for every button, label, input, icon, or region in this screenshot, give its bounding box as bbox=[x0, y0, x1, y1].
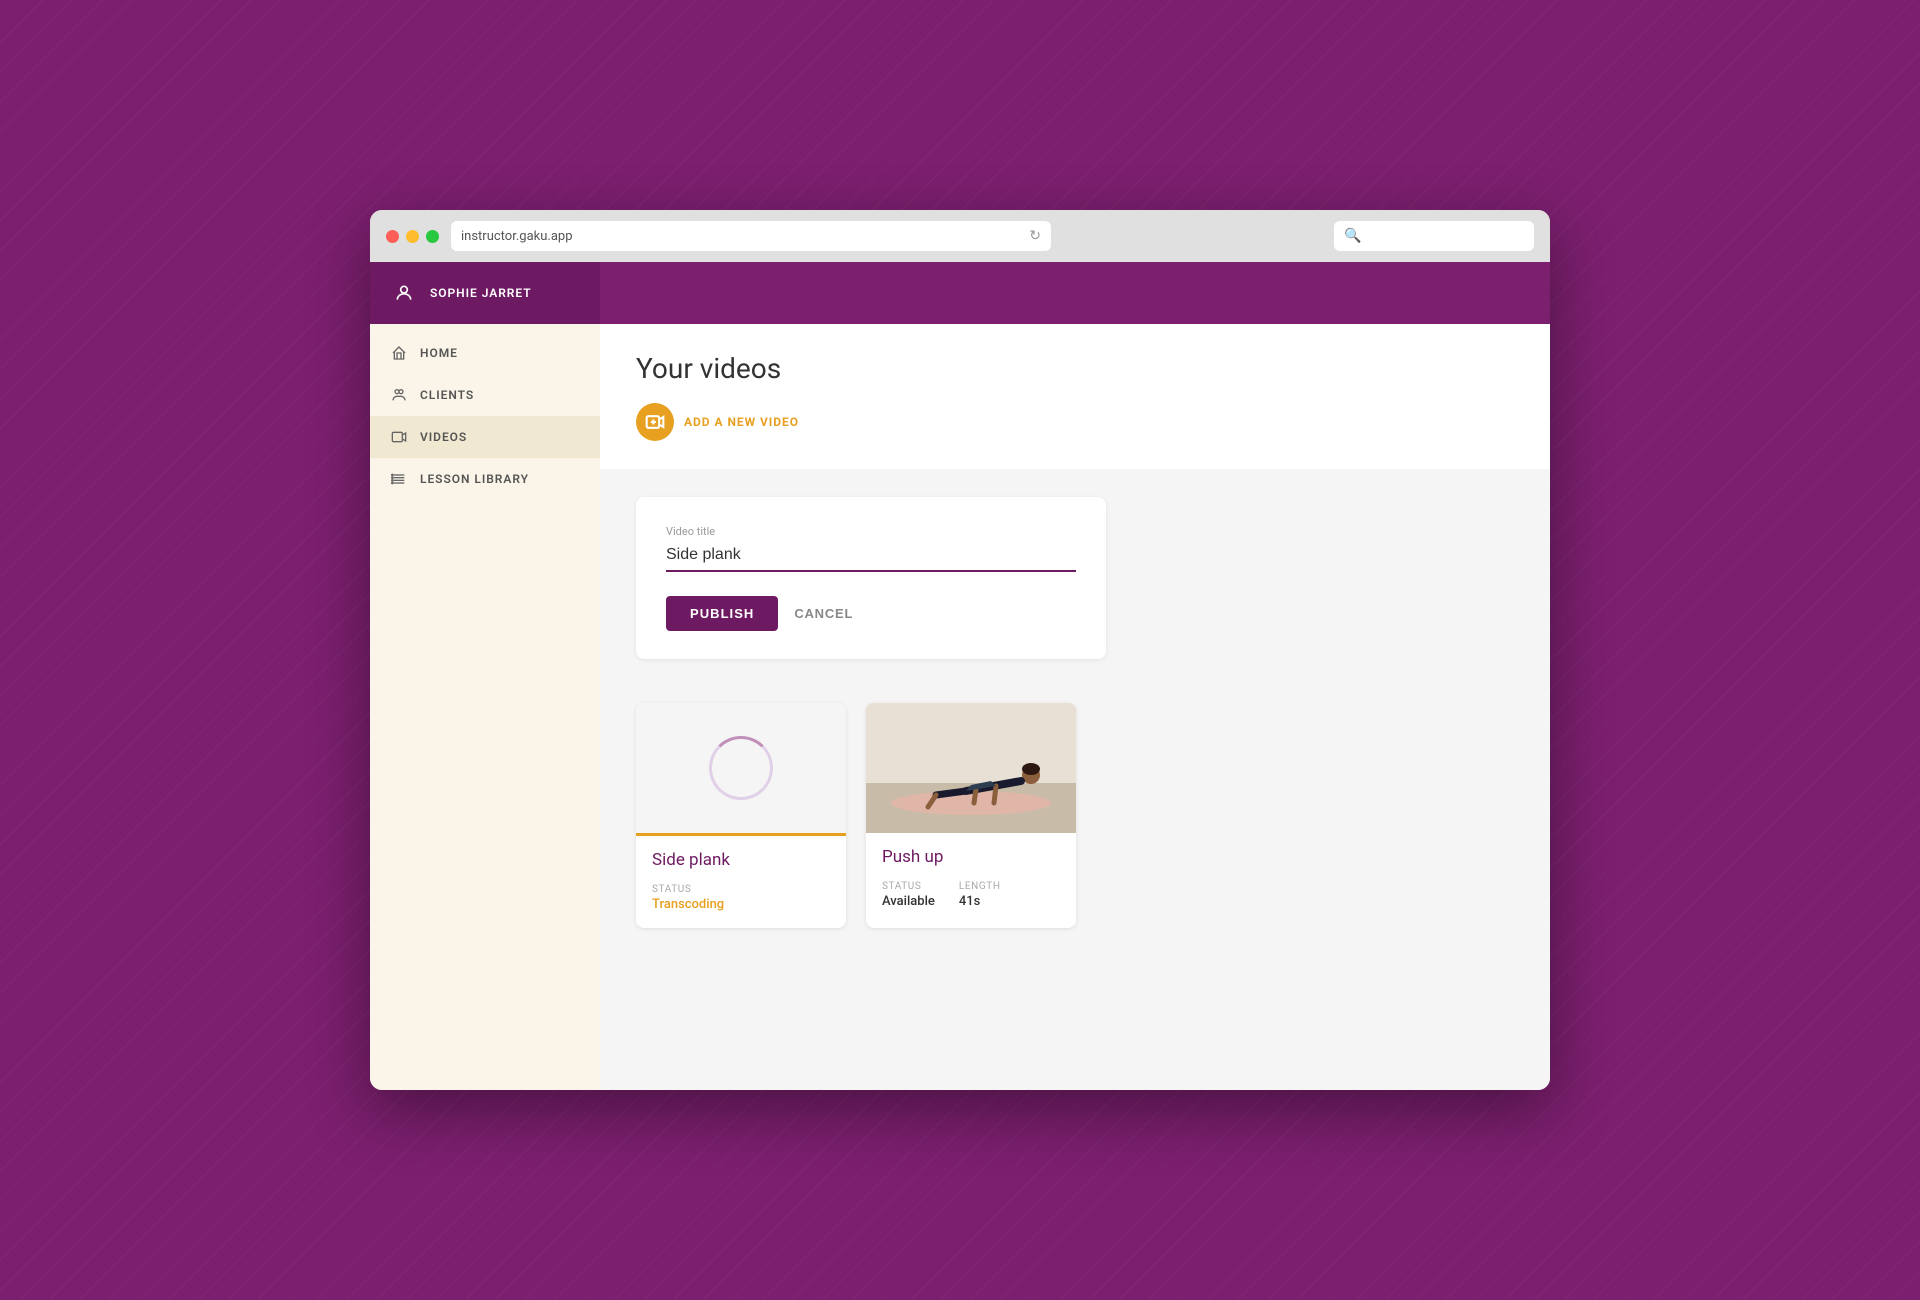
video-card-side-plank[interactable]: Side plank STATUS Transcoding bbox=[636, 703, 846, 928]
sidebar-item-lesson-library-label: LESSON LIBRARY bbox=[420, 472, 529, 486]
add-video-icon bbox=[636, 403, 674, 441]
main-header bbox=[600, 262, 1550, 324]
home-icon bbox=[390, 344, 408, 362]
add-video-button[interactable]: ADD A NEW VIDEO bbox=[636, 403, 1514, 441]
sidebar-header: SOPHIE JARRET bbox=[370, 262, 600, 324]
sidebar-item-home-label: HOME bbox=[420, 346, 458, 360]
sidebar-item-lesson-library[interactable]: LESSON LIBRARY bbox=[370, 458, 600, 500]
side-plank-thumbnail bbox=[636, 703, 846, 833]
add-video-label: ADD A NEW VIDEO bbox=[684, 415, 799, 429]
browser-window: instructor.gaku.app ↻ 🔍 SOPHIE JARRET bbox=[370, 210, 1550, 1090]
form-card: Video title PUBLISH CANCEL bbox=[636, 497, 1106, 659]
close-button[interactable] bbox=[386, 230, 399, 243]
publish-button[interactable]: PUBLISH bbox=[666, 596, 778, 631]
form-actions: PUBLISH CANCEL bbox=[666, 596, 1076, 631]
sidebar-item-videos[interactable]: VIDEOS bbox=[370, 416, 600, 458]
push-up-card-body: Push up STATUS Available LENGTH 41s bbox=[866, 833, 1076, 925]
push-up-length-value: 41s bbox=[959, 894, 1001, 909]
sidebar-item-videos-label: VIDEOS bbox=[420, 430, 467, 444]
push-up-status-label: STATUS bbox=[882, 881, 935, 892]
videos-icon bbox=[390, 428, 408, 446]
status-value: Transcoding bbox=[652, 897, 724, 912]
push-up-status-value: Available bbox=[882, 894, 935, 909]
video-grid-section: Side plank STATUS Transcoding bbox=[600, 687, 1550, 964]
page-title: Your videos bbox=[636, 352, 1514, 385]
cancel-button[interactable]: CANCEL bbox=[794, 606, 853, 621]
side-plank-card-body: Side plank STATUS Transcoding bbox=[636, 836, 846, 928]
videos-header: Your videos ADD A NEW VIDEO bbox=[600, 324, 1550, 469]
browser-search[interactable]: 🔍 bbox=[1334, 221, 1534, 251]
content-area: Your videos ADD A NEW VIDEO bbox=[600, 324, 1550, 1090]
browser-chrome: instructor.gaku.app ↻ 🔍 bbox=[370, 210, 1550, 262]
side-plank-meta: STATUS Transcoding bbox=[652, 884, 830, 912]
push-up-length-group: LENGTH 41s bbox=[959, 881, 1001, 909]
list-icon bbox=[390, 470, 408, 488]
sidebar-nav: HOME CLIENTS bbox=[370, 324, 600, 508]
push-up-status-group: STATUS Available bbox=[882, 881, 935, 909]
reload-icon[interactable]: ↻ bbox=[1029, 228, 1041, 244]
url-bar[interactable]: instructor.gaku.app ↻ bbox=[451, 221, 1051, 251]
search-icon: 🔍 bbox=[1344, 228, 1361, 244]
sidebar: SOPHIE JARRET HOME bbox=[370, 262, 600, 1090]
push-up-meta: STATUS Available LENGTH 41s bbox=[882, 881, 1060, 909]
maximize-button[interactable] bbox=[426, 230, 439, 243]
video-title-label: Video title bbox=[666, 525, 1076, 538]
video-card-push-up[interactable]: Push up STATUS Available LENGTH 41s bbox=[866, 703, 1076, 928]
url-text: instructor.gaku.app bbox=[461, 229, 1021, 244]
main-content: Your videos ADD A NEW VIDEO bbox=[600, 262, 1550, 1090]
side-plank-title: Side plank bbox=[652, 850, 830, 870]
push-up-thumbnail bbox=[866, 703, 1076, 833]
sidebar-username: SOPHIE JARRET bbox=[430, 286, 532, 300]
loading-circle bbox=[709, 736, 773, 800]
user-icon bbox=[390, 279, 418, 307]
minimize-button[interactable] bbox=[406, 230, 419, 243]
push-up-title: Push up bbox=[882, 847, 1060, 867]
traffic-lights bbox=[386, 230, 439, 243]
status-group: STATUS Transcoding bbox=[652, 884, 724, 912]
clients-icon bbox=[390, 386, 408, 404]
app-layout: SOPHIE JARRET HOME bbox=[370, 262, 1550, 1090]
sidebar-item-clients[interactable]: CLIENTS bbox=[370, 374, 600, 416]
status-label: STATUS bbox=[652, 884, 724, 895]
form-section: Video title PUBLISH CANCEL bbox=[600, 469, 1550, 687]
video-title-input[interactable] bbox=[666, 542, 1076, 572]
push-up-length-label: LENGTH bbox=[959, 881, 1001, 892]
sidebar-item-home[interactable]: HOME bbox=[370, 332, 600, 374]
sidebar-item-clients-label: CLIENTS bbox=[420, 388, 474, 402]
video-grid: Side plank STATUS Transcoding bbox=[636, 703, 1514, 928]
